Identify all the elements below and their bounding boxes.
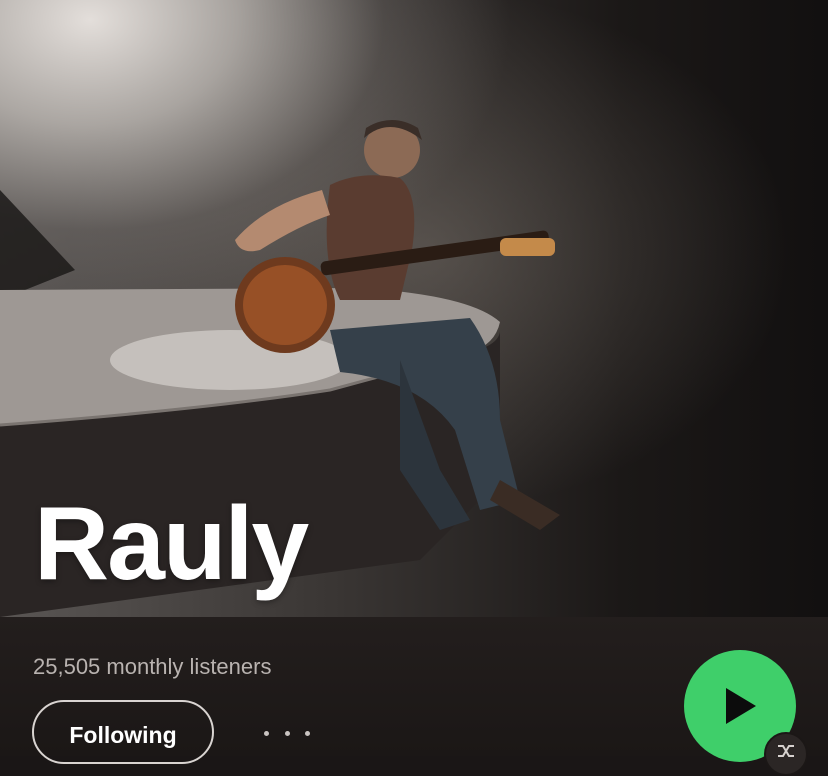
dot (264, 730, 269, 736)
shuffle-icon (778, 745, 794, 757)
following-button[interactable]: Following (32, 700, 214, 764)
play-icon (726, 688, 756, 724)
more-options-icon[interactable] (264, 718, 310, 748)
artist-hero-image: Rauly (0, 0, 828, 617)
dot (305, 730, 310, 736)
shuffle-button[interactable] (764, 732, 808, 776)
monthly-listeners: 25,505 monthly listeners (33, 654, 272, 679)
artist-name: Rauly (34, 486, 309, 602)
dot (284, 730, 290, 736)
